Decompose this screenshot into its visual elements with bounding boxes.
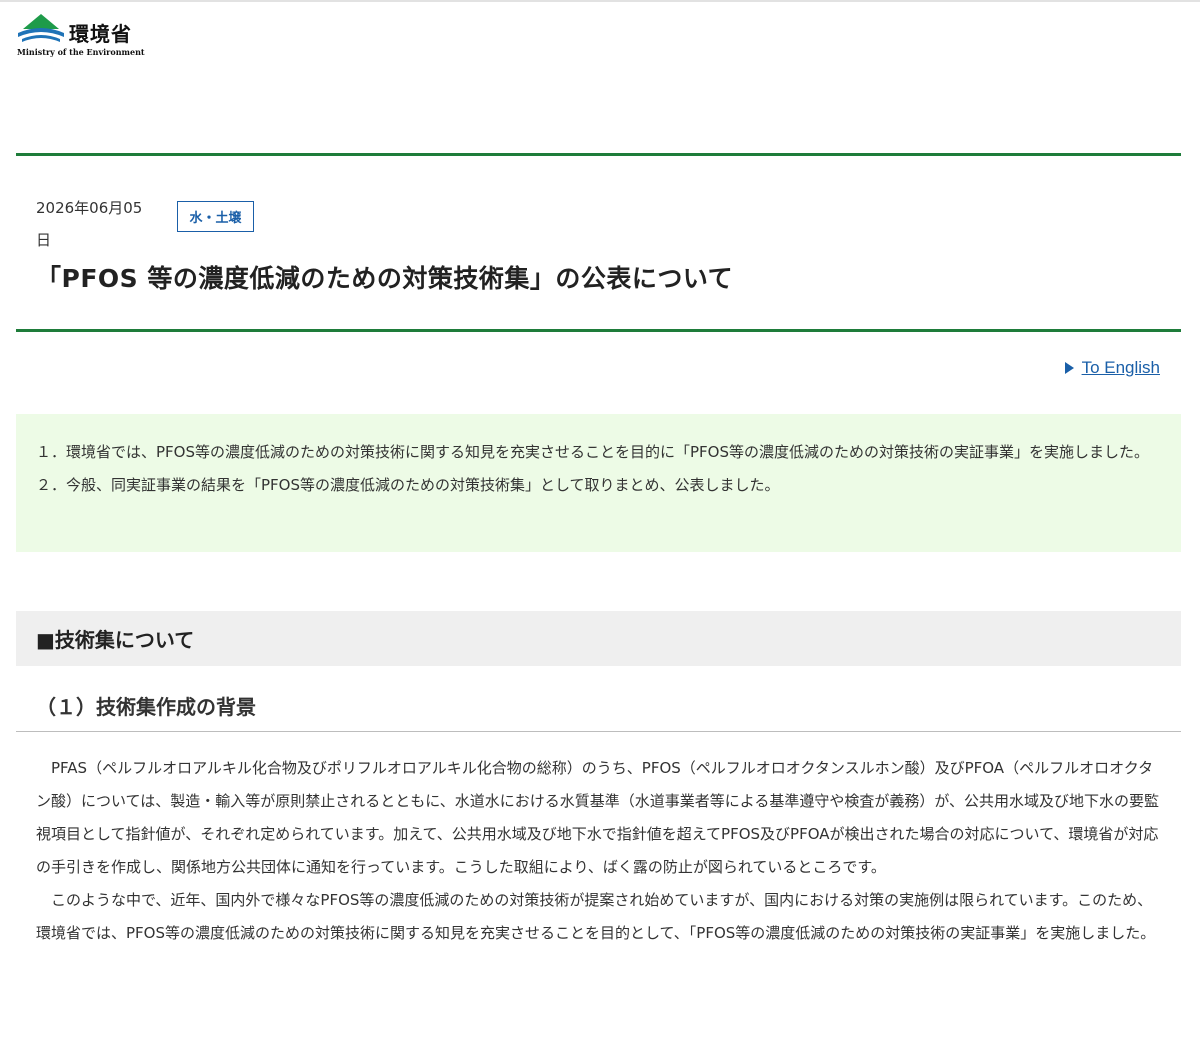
- subsection-heading-text: （１）技術集作成の背景: [36, 695, 256, 719]
- english-link-group[interactable]: To English: [1064, 358, 1160, 378]
- category-tag[interactable]: 水・土壌: [177, 201, 254, 232]
- top-border: [0, 0, 1200, 2]
- body-text: PFAS（ペルフルオロアルキル化合物及びポリフルオロアルキル化合物の総称）のうち…: [36, 752, 1160, 950]
- section-heading: ■技術集について: [16, 611, 1181, 666]
- to-english-link[interactable]: To English: [1082, 358, 1160, 378]
- logo-text-jp: 環境省: [69, 22, 132, 46]
- summary-item: ２．今般、同実証事業の結果を「PFOS等の濃度低減のための対策技術集」として取り…: [36, 476, 780, 494]
- page-title: 「PFOS 等の濃度低減のための対策技術集」の公表について: [36, 264, 734, 293]
- triangle-right-icon: [1064, 362, 1074, 374]
- body-paragraph: PFAS（ペルフルオロアルキル化合物及びポリフルオロアルキル化合物の総称）のうち…: [36, 759, 1160, 876]
- title-divider: [16, 329, 1181, 332]
- summary-item: １．環境省では、PFOS等の濃度低減のための対策技術に関する知見を充実させること…: [36, 443, 1150, 461]
- body-paragraph: このような中で、近年、国内外で様々なPFOS等の濃度低減のための対策技術が提案さ…: [36, 891, 1156, 942]
- logo-text-en: Ministry of the Environment: [17, 47, 145, 57]
- section-heading-text: ■技術集について: [36, 628, 195, 652]
- header-divider: [16, 153, 1181, 156]
- summary-box: １．環境省では、PFOS等の濃度低減のための対策技術に関する知見を充実させること…: [16, 414, 1181, 552]
- site-logo[interactable]: 環境省 Ministry of the Environment: [16, 13, 145, 59]
- moe-logo-icon: [18, 14, 64, 42]
- publish-date: 2026年06月05日: [36, 199, 143, 249]
- subsection-heading: （１）技術集作成の背景: [16, 690, 1181, 732]
